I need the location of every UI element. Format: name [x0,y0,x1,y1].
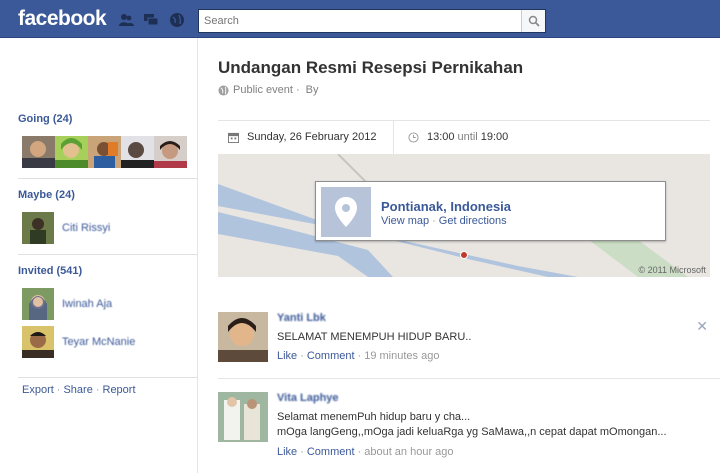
post-time[interactable]: about an hour ago [364,446,453,458]
top-bar: facebook [0,0,720,38]
post-message: SELAMAT MENEMPUH HIDUP BARU.. [277,331,472,343]
person-name[interactable]: Iwinah Aja [62,298,112,310]
event-time: 13:00 until 19:00 [408,131,508,143]
going-avatars [22,136,187,168]
privacy-label: Public event [233,84,293,96]
close-icon[interactable]: ✕ [696,318,708,335]
invited-person[interactable]: Teyar McNanie [22,326,135,358]
globe-icon [218,84,229,96]
location-map[interactable]: Pontianak, Indonesia View map · Get direct… [218,154,710,277]
avatar [22,212,54,244]
avatar[interactable] [218,312,268,362]
wall-post: Vita Laphye Selamat menemPuh hidup baru … [218,392,710,462]
map-pin-icon [321,187,371,237]
avatar[interactable] [55,136,88,168]
maybe-heading[interactable]: Maybe (24) [18,189,75,201]
until-label: until [457,131,478,143]
post-actions: Like · Comment · 19 minutes ago [277,350,440,362]
search-input[interactable] [199,10,517,32]
location-name[interactable]: Pontianak, Indonesia [381,199,511,214]
event-meta: Public event · By [218,84,318,96]
by-label: By [305,84,319,96]
date-text: Sunday, 26 February 2012 [247,131,377,143]
post-author[interactable]: Yanti Lbk [277,312,326,324]
export-link[interactable]: Export [22,384,54,396]
messages-icon[interactable] [143,12,159,28]
map-copyright: © 2011 Microsoft [638,265,707,275]
comment-link[interactable]: Comment [307,350,355,362]
get-directions-link[interactable]: Get directions [439,215,507,227]
location-card: Pontianak, Indonesia View map · Get direct… [315,181,666,241]
calendar-icon [228,132,239,143]
clock-icon [408,131,419,143]
sidebar-divider [18,178,198,179]
post-actions: Like · Comment · about an hour ago [277,446,454,458]
time-start: 13:00 [427,131,455,143]
facebook-logo[interactable]: facebook [18,7,107,31]
person-name[interactable]: Citi Rissyi [62,222,110,234]
event-title: Undangan Resmi Resepsi Pernikahan [218,58,524,77]
avatar[interactable] [22,136,55,168]
wall-post: Yanti Lbk SELAMAT MENEMPUH HIDUP BARU.. … [218,312,710,372]
going-heading[interactable]: Going (24) [18,113,72,125]
datetime-divider [393,121,394,154]
avatar[interactable] [154,136,187,168]
event-datetime-bar: Sunday, 26 February 2012 13:00 until 19:… [218,120,710,154]
maybe-person[interactable]: Citi Rissyi [22,212,110,244]
post-message-line: Selamat menemPuh hidup baru y cha... [277,411,471,423]
comment-link[interactable]: Comment [307,446,355,458]
post-message-line: mOga langGeng,,mOga jadi keluaRga yg SaM… [277,426,667,438]
friend-requests-icon[interactable] [118,12,134,28]
event-date: Sunday, 26 February 2012 [228,131,376,143]
time-end: 19:00 [480,131,509,143]
notifications-globe-icon[interactable] [169,12,185,28]
share-link[interactable]: Share [63,384,92,396]
avatar[interactable] [88,136,121,168]
search-icon [528,15,540,27]
event-main: Undangan Resmi Resepsi Pernikahan Public… [198,38,720,473]
invited-person[interactable]: Iwinah Aja [22,288,112,320]
invited-heading[interactable]: Invited (541) [18,265,82,277]
avatar [22,326,54,358]
person-name[interactable]: Teyar McNanie [62,336,135,348]
search-button[interactable] [521,10,545,32]
sidebar-footer-links: Export · Share · Report [22,384,136,396]
avatar [22,288,54,320]
like-link[interactable]: Like [277,446,297,458]
post-author[interactable]: Vita Laphye [277,392,339,404]
like-link[interactable]: Like [277,350,297,362]
avatar[interactable] [218,392,268,442]
post-divider [218,378,720,379]
post-time[interactable]: 19 minutes ago [364,350,439,362]
search-box [198,9,546,33]
avatar[interactable] [121,136,154,168]
sidebar-divider [18,254,198,255]
post-message: Selamat menemPuh hidup baru y cha... mOg… [277,410,667,440]
map-marker[interactable] [460,251,468,259]
view-map-link[interactable]: View map [381,215,429,227]
left-sidebar: Going (24) Maybe (24) Citi Rissyi Invite… [0,38,198,473]
report-link[interactable]: Report [103,384,136,396]
sidebar-divider [18,377,198,378]
location-links: View map · Get directions [381,215,507,227]
